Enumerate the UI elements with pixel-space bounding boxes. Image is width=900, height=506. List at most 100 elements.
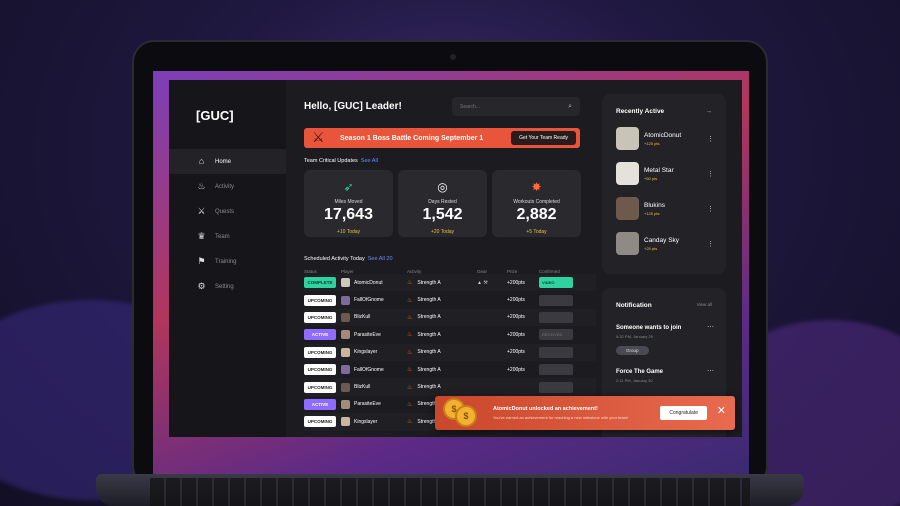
table-row[interactable]: UPCOMING FallOfGnome ♨ Strength A +200pts [304,291,596,308]
flame-icon: ♨ [407,314,413,321]
group-chip[interactable]: Group [616,346,649,355]
table-row[interactable]: COMPLETE AtomicDonut ♨ Strength A ▲ ⚒ +200pts… [304,274,596,292]
stat-label: Miles Moved [334,199,363,205]
halo-icon: ◎ [437,180,448,194]
avatar [341,347,350,357]
more-icon[interactable]: ⋮ [707,205,714,213]
status-badge: UPCOMING [304,381,336,393]
banner-text: Season 1 Boss Battle Coming September 1 [340,134,484,142]
status-badge: UPCOMING [304,364,336,376]
get-team-ready-button[interactable]: Get Your Team Ready [511,131,576,145]
sidebar-item-label: Training [215,258,237,265]
player-cell: Kingslayer [341,417,407,427]
player-name: FallOfGnome [354,366,384,373]
flame-icon: ♨ [407,297,413,304]
gear-icon: ⚙ [197,281,206,291]
recent-item[interactable]: Metal Star +50 pts ⋮ [602,158,726,193]
sidebar-item-label: Quests [215,208,235,215]
notification-item[interactable]: Someone wants to join 5:32 PM, January 29… [602,317,726,361]
running-icon: ➶ [343,180,354,194]
table-row[interactable]: UPCOMING FallOfGnome ♨ Strength A +200pts [304,361,596,378]
status-badge: UPCOMING [304,311,336,323]
recent-item[interactable]: Blukins +125 pts ⋮ [602,193,726,228]
status-badge: COMPLETE [304,277,336,289]
table-row[interactable]: UPCOMING BlizKull ♨ Strength A [304,378,596,396]
congratulate-button[interactable]: Congratulate [660,406,707,420]
player-name: Kingslayer [354,418,378,425]
sidebar-item-label: Home [215,158,232,165]
activity-name: Strength A [417,314,441,321]
sidebar-item-training[interactable]: ⚑ Training [169,249,286,274]
prize-cell: +200pts [507,279,525,286]
activity-cell: ♨ Strength A [407,366,477,374]
more-icon[interactable]: ⋯ [707,367,714,375]
avatar [616,197,639,220]
sidebar-item-home[interactable]: ⌂ Home [169,149,286,174]
activity-cell: ♨ Strength A [407,349,477,356]
sidebar-item-quests[interactable]: ⚔ Quests [169,199,286,224]
confirmed-select[interactable] [539,346,573,358]
notification-text: Force The Game [616,369,664,375]
recent-text: Canday Sky +25 pts [644,237,679,251]
column-header: Activity [407,269,422,274]
sidebar-item-activity[interactable]: ♨ Activity [169,174,286,199]
search-input[interactable]: Search... ⌕ [452,97,580,116]
player-cell: Kingslayer [341,347,407,357]
player-cell: FallOfGnome [341,365,407,375]
sidebar-item-label: Setting [215,283,234,290]
more-icon[interactable]: ⋮ [707,135,714,143]
stat-delta: +5 Today [526,229,547,235]
avatar [341,417,350,427]
sidebar-nav: ⌂ Home ♨ Activity ⚔ Quests ♛ Team ⚑ Training ⚙ Sett… [169,149,286,299]
recent-item[interactable]: AtomicDonut +125 pts ⋮ [602,123,726,158]
updates-heading: Team Critical Updates See All [304,158,596,164]
sword-icon: ⚔ [312,129,325,145]
flame-icon: ♨ [407,367,413,374]
schedule-title: Scheduled Activity Today [304,256,365,262]
flame-icon: ♨ [407,349,413,356]
recent-text: Metal Star +50 pts [644,167,674,181]
training-icon: ⚑ [197,256,206,266]
flame-icon: ♨ [197,181,206,191]
brand-logo[interactable]: [GUC] [169,108,286,123]
toast-title: AtomicDonut unlocked an achievement! [493,406,598,412]
stat-card: ◎ Days Rested 1,542 +20 Today [398,170,487,237]
arrow-right-icon[interactable]: → [706,108,713,115]
more-icon[interactable]: ⋮ [707,170,714,178]
stat-value: 1,542 [422,206,463,223]
avatar [341,312,350,322]
table-row[interactable]: UPCOMING BlizKull ♨ Strength A +200pts [304,308,596,327]
activity-cell: ♨ Strength A [407,297,477,304]
more-icon[interactable]: ⋮ [707,240,714,248]
player-cell: FallOfGnome [341,295,407,305]
table-row[interactable]: UPCOMING Kingslayer ♨ Strength A +200pts [304,343,596,361]
schedule-heading: Scheduled Activity Today See All 20 [304,256,596,262]
player-cell: BlizKull [341,312,407,322]
view-all-link[interactable]: View all [697,302,712,309]
more-icon[interactable]: ⋯ [707,323,714,331]
notification-item[interactable]: Force The Game 2:11 PM, January 30 ⋯ [602,361,726,387]
notification-text: Someone wants to join [616,325,682,331]
recent-item[interactable]: Canday Sky +25 pts ⋮ [602,228,726,263]
table-row[interactable]: ACTIVE ParasiteEve ♨ Strength A +200pts RECEI… [304,326,596,343]
schedule-see-all-link[interactable]: See All 20 [368,256,393,262]
flame-icon: ♨ [407,280,413,287]
confirmed-select[interactable] [539,311,573,323]
stat-value: 2,882 [516,206,557,223]
confirmed-select[interactable] [539,381,573,393]
prize-cell: +200pts [507,297,525,304]
close-icon[interactable]: ✕ [717,404,726,417]
sidebar-item-team[interactable]: ♛ Team [169,224,286,249]
confirmed-select[interactable] [539,364,573,376]
flame-icon: ♨ [407,401,413,408]
sidebar-item-setting[interactable]: ⚙ Setting [169,274,286,299]
crown-icon: ♛ [197,231,206,241]
prize-cell: +200pts [507,349,525,356]
recent-points: +50 pts [644,175,658,181]
recent-name: AtomicDonut [644,131,682,139]
confirmed-select[interactable]: RECEIVED [539,329,573,341]
column-header: Status [304,269,317,274]
confirmed-select[interactable]: VIDEO [539,277,573,289]
confirmed-select[interactable] [539,294,573,306]
updates-see-all-link[interactable]: See All [361,158,378,164]
